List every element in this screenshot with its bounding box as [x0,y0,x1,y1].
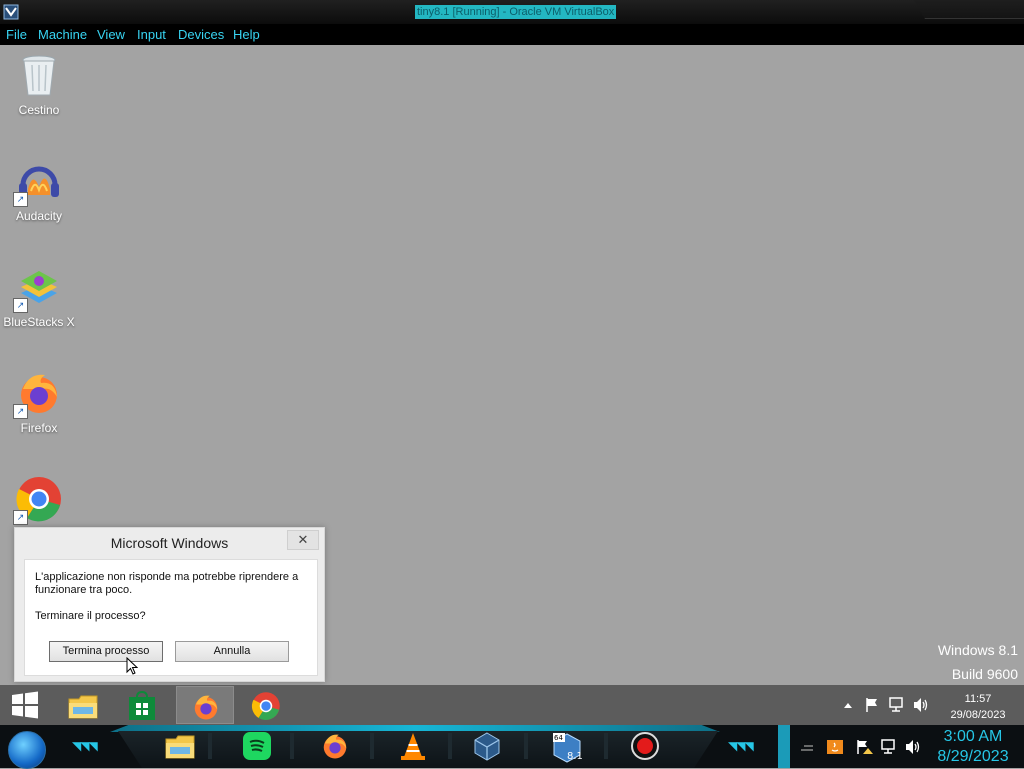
taskbar-firefox[interactable] [176,686,234,724]
host-clock-date: 8/29/2023 [937,748,1009,765]
host-dock-separator [208,733,212,759]
mouse-cursor-icon [126,657,138,675]
host-taskbar: ◥◥◥ ◥◥◥ 64 8.1 3:00 AM 8/29/2023 [0,725,1024,769]
host-menu-bar: File Machine View Input Devices Help [0,24,1024,45]
shortcut-arrow-icon: ↗ [13,404,28,419]
host-app-vm-tiny81[interactable]: 64 8.1 [546,730,586,764]
menu-machine[interactable]: Machine [38,27,87,42]
desktop-icon-audacity[interactable]: ↗ Audacity [1,157,77,223]
desktop-icon-firefox[interactable]: ↗ Firefox [1,369,77,435]
host-app-virtualbox[interactable] [468,730,508,764]
host-app-recorder[interactable] [626,730,666,764]
host-dock-separator [524,733,528,759]
windows-version-watermark: Windows 8.1 [937,642,1018,658]
menu-file[interactable]: File [6,27,27,42]
guest-clock-time: 11:57 [964,693,992,705]
firefox-icon [323,734,347,759]
host-show-desktop-bar[interactable] [778,725,790,768]
svg-text:64: 64 [554,734,563,742]
shortcut-arrow-icon: ↗ [13,510,28,525]
close-icon[interactable]: ✕ [287,530,319,550]
virtualbox-icon[interactable] [2,3,20,21]
chrome-icon [251,692,280,720]
host-volume-icon[interactable] [904,739,922,755]
host-window-title: tiny8.1 [Running] - Oracle VM VirtualBox [415,5,617,19]
windows-logo-icon [12,691,38,719]
not-responding-dialog: Microsoft Windows ✕ L'applicazione non r… [14,527,325,682]
vlc-icon [401,733,425,760]
virtualbox-icon [474,732,500,761]
host-decoration-left: ◥◥◥ [72,739,98,753]
desktop-icon-recycle-bin[interactable]: Cestino [1,51,77,117]
spotify-icon [243,732,271,760]
desktop-icon-bluestacks[interactable]: ↗ BlueStacks X [1,263,77,329]
file-explorer-icon [68,695,98,719]
cancel-button[interactable]: Annulla [175,641,289,662]
menu-devices[interactable]: Devices [178,27,224,42]
desktop-icon-label: Audacity [15,209,63,223]
end-process-button[interactable]: Termina processo [49,641,163,662]
host-show-hidden-icons-icon[interactable] [800,743,814,751]
shortcut-arrow-icon: ↗ [13,298,28,313]
host-clock-time: 3:00 AM [943,728,1003,745]
dialog-body: L'applicazione non risponde ma potrebbe … [24,559,318,676]
firefox-icon [194,695,218,720]
host-window-titlebar: tiny8.1 [Running] - Oracle VM VirtualBox [0,0,1024,25]
network-icon[interactable] [888,697,906,713]
guest-taskbar: 11:57 29/08/2023 [0,685,1024,725]
host-app-file-explorer[interactable] [160,730,200,764]
show-hidden-icons-icon[interactable] [843,701,853,709]
dialog-question: Terminare il processo? [35,610,146,622]
dialog-title: Microsoft Windows [110,535,229,551]
shortcut-arrow-icon: ↗ [13,192,28,207]
taskbar-store[interactable] [118,686,166,724]
java-update-icon[interactable] [826,739,844,755]
taskbar-file-explorer[interactable] [57,686,105,724]
titlebar-decoration [914,0,1024,19]
desktop-icon-label: BlueStacks X [3,315,75,329]
host-app-spotify[interactable] [238,730,278,764]
recycle-bin-icon [22,55,56,96]
host-network-icon[interactable] [880,739,898,755]
menu-help[interactable]: Help [233,27,260,42]
host-decoration-right: ◥◥◥ [728,739,754,753]
action-center-flag-icon[interactable] [864,697,880,713]
desktop-icon-label: Cestino [18,103,60,117]
windows-build-watermark: Build 9600 [951,666,1018,682]
store-icon [129,691,155,720]
host-dock-separator [604,733,608,759]
dialog-message: L'applicazione non risponde ma potrebbe … [35,571,299,596]
menu-view[interactable]: View [97,27,125,42]
host-clock[interactable]: 3:00 AM 8/29/2023 [930,727,1016,767]
host-dock-separator [290,733,294,759]
start-button[interactable] [1,686,49,724]
host-start-orb[interactable] [8,731,46,769]
svg-text:8.1: 8.1 [567,751,583,762]
host-dock-separator [370,733,374,759]
windows-81-vm-icon: 64 8.1 [553,733,583,763]
guest-clock-date: 29/08/2023 [950,709,1006,721]
desktop-icon-label: Firefox [20,421,58,435]
desktop-icon-chrome[interactable]: ↗ [1,475,77,525]
menu-input[interactable]: Input [137,27,166,42]
guest-clock[interactable]: 11:57 29/08/2023 [936,691,1020,723]
host-dock-separator [448,733,452,759]
record-icon [631,732,659,760]
host-action-center-icon[interactable] [855,739,875,755]
file-explorer-icon [165,735,195,759]
taskbar-chrome[interactable] [241,686,289,724]
volume-icon[interactable] [912,697,930,713]
host-app-firefox[interactable] [316,730,356,764]
host-app-vlc[interactable] [394,730,434,764]
